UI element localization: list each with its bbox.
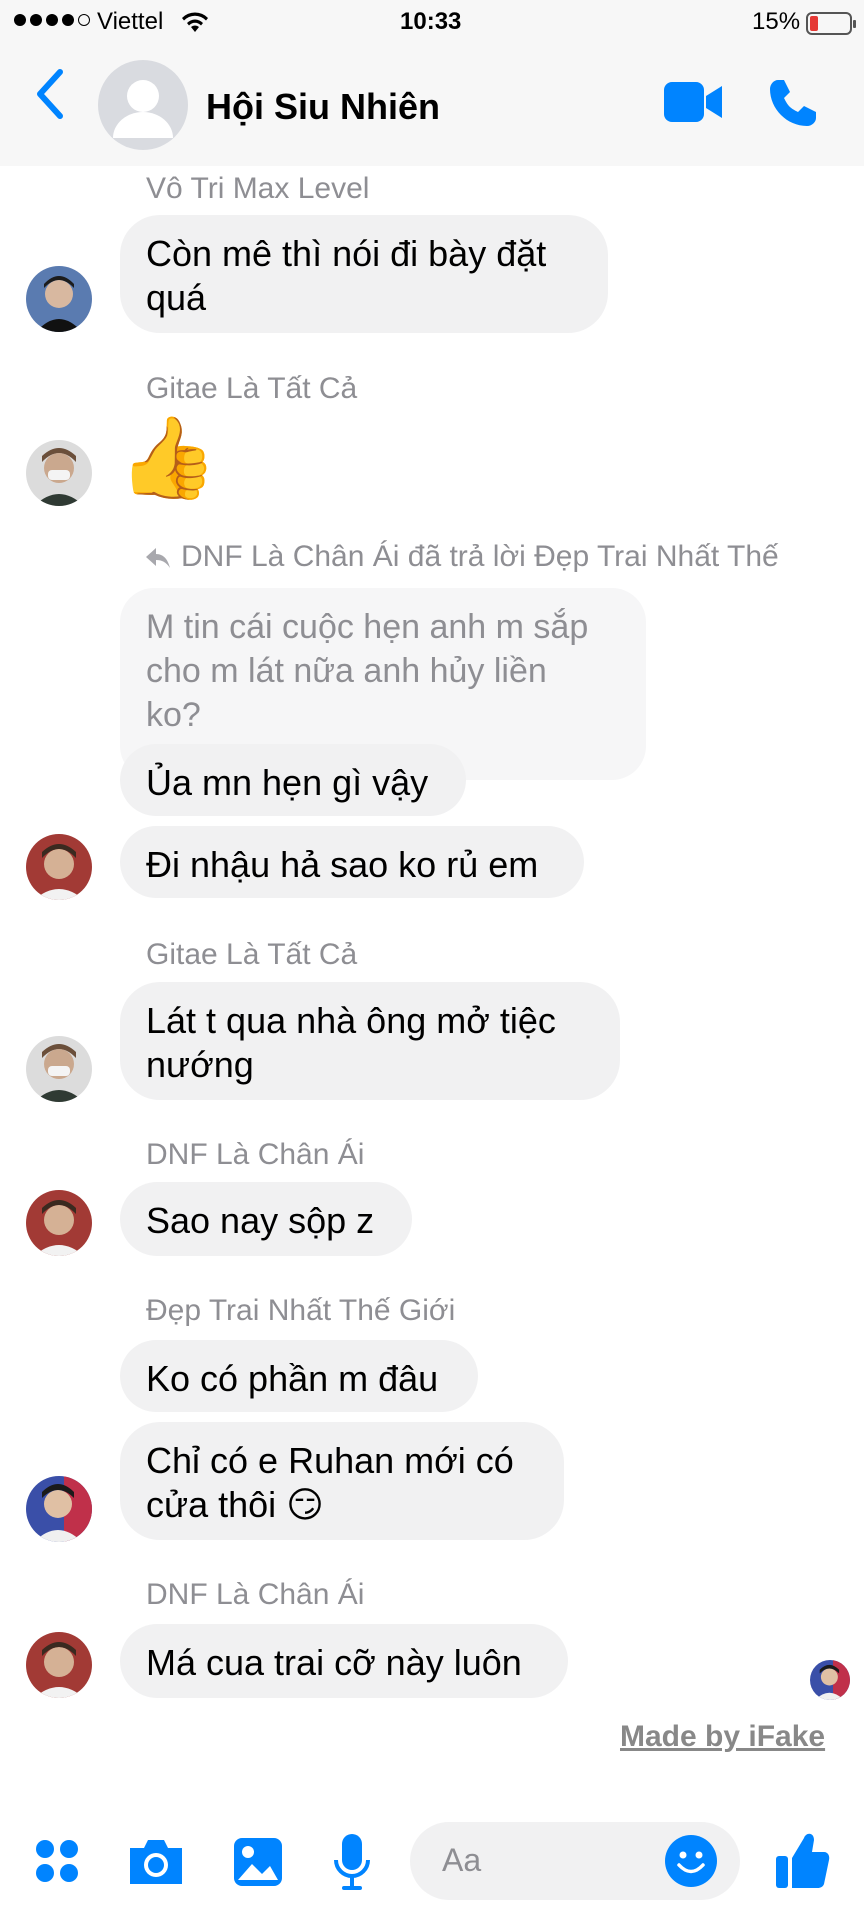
group-avatar[interactable] <box>98 60 188 150</box>
quoted-line: M tin cái cuộc hẹn anh m sắp <box>146 608 589 646</box>
seen-receipt-avatar <box>810 1660 850 1700</box>
battery-percent: 15% <box>752 8 801 35</box>
battery-icon <box>806 12 856 35</box>
avatar[interactable] <box>26 1632 92 1698</box>
message-bubble[interactable]: Chỉ có e Ruhan mới có cửa thôi 😏 <box>120 1422 564 1540</box>
message-line: nướng <box>146 1044 254 1085</box>
message-bubble[interactable]: Sao nay sộp z <box>120 1182 412 1256</box>
menu-dots-icon[interactable] <box>34 1838 80 1884</box>
reply-header: DNF Là Chân Ái đã trả lời Đẹp Trai Nhất … <box>181 540 779 573</box>
message-bubble[interactable]: Lát t qua nhà ông mở tiệc nướng <box>120 982 620 1100</box>
video-camera-icon[interactable] <box>662 80 724 124</box>
chat-header: Hội Siu Nhiên <box>0 46 864 166</box>
message-bubble[interactable]: Đi nhậu hả sao ko rủ em <box>120 826 584 898</box>
avatar[interactable] <box>26 266 92 332</box>
wifi-icon <box>182 12 208 32</box>
sender-name: Gitae Là Tất Cả <box>146 938 358 971</box>
phone-icon[interactable] <box>766 76 820 130</box>
signal-strength-icon <box>14 14 90 26</box>
sender-name: DNF Là Chân Ái <box>146 1138 365 1171</box>
message-line: cửa thôi 😏 <box>146 1483 538 1527</box>
message-line: Lát t qua nhà ông mở tiệc <box>146 1000 556 1041</box>
thumbs-up-emoji[interactable]: 👍 <box>118 410 218 506</box>
sender-name: DNF Là Chân Ái <box>146 1578 365 1611</box>
message-line: Ủa mn hẹn gì vậy <box>146 762 429 803</box>
message-bubble[interactable]: Ủa mn hẹn gì vậy <box>120 744 466 816</box>
quoted-line: ko? <box>146 696 201 734</box>
message-input-placeholder: Aa <box>442 1842 482 1878</box>
message-bubble[interactable]: Má cua trai cỡ này luôn <box>120 1624 568 1698</box>
photo-icon[interactable] <box>232 1836 284 1888</box>
message-bubble[interactable]: Còn mê thì nói đi bày đặt quá <box>120 215 608 333</box>
message-text: cửa thôi <box>146 1484 277 1525</box>
message-bubble[interactable]: Ko có phần m đâu <box>120 1340 478 1412</box>
avatar[interactable] <box>26 834 92 900</box>
quoted-line: cho m lát nữa anh hủy liền <box>146 652 547 690</box>
message-line: quá <box>146 277 207 318</box>
message-line: Ko có phần m đâu <box>146 1358 439 1399</box>
chevron-left-icon[interactable] <box>30 64 70 124</box>
sender-name: Đẹp Trai Nhất Thế Giới <box>146 1294 456 1327</box>
carrier-name: Viettel <box>97 8 164 35</box>
message-line: Đi nhậu hả sao ko rủ em <box>146 844 539 885</box>
reply-arrow-icon <box>146 548 170 568</box>
message-line: Chỉ có e Ruhan mới có <box>146 1440 514 1481</box>
microphone-icon[interactable] <box>332 1832 372 1894</box>
message-line: Còn mê thì nói đi bày đặt <box>146 233 547 274</box>
clock: 10:33 <box>400 8 462 35</box>
like-icon[interactable] <box>772 1828 832 1892</box>
smirk-emoji: 😏 <box>286 1484 324 1525</box>
camera-icon[interactable] <box>126 1836 186 1888</box>
message-line: Sao nay sộp z <box>146 1200 375 1241</box>
message-line: Má cua trai cỡ này luôn <box>146 1642 522 1683</box>
watermark: Made by iFake <box>620 1720 826 1753</box>
chat-title[interactable]: Hội Siu Nhiên <box>206 86 440 128</box>
status-bar: Viettel 10:33 15% <box>0 0 864 46</box>
sender-name: Vô Tri Max Level <box>146 172 370 205</box>
emoji-icon[interactable] <box>664 1834 718 1888</box>
avatar[interactable] <box>26 440 92 506</box>
message-input[interactable]: Aa <box>410 1822 740 1900</box>
avatar[interactable] <box>26 1476 92 1542</box>
avatar[interactable] <box>26 1036 92 1102</box>
composer-bar: Aa <box>0 1786 864 1920</box>
sender-name: Gitae Là Tất Cả <box>146 372 358 405</box>
avatar[interactable] <box>26 1190 92 1256</box>
